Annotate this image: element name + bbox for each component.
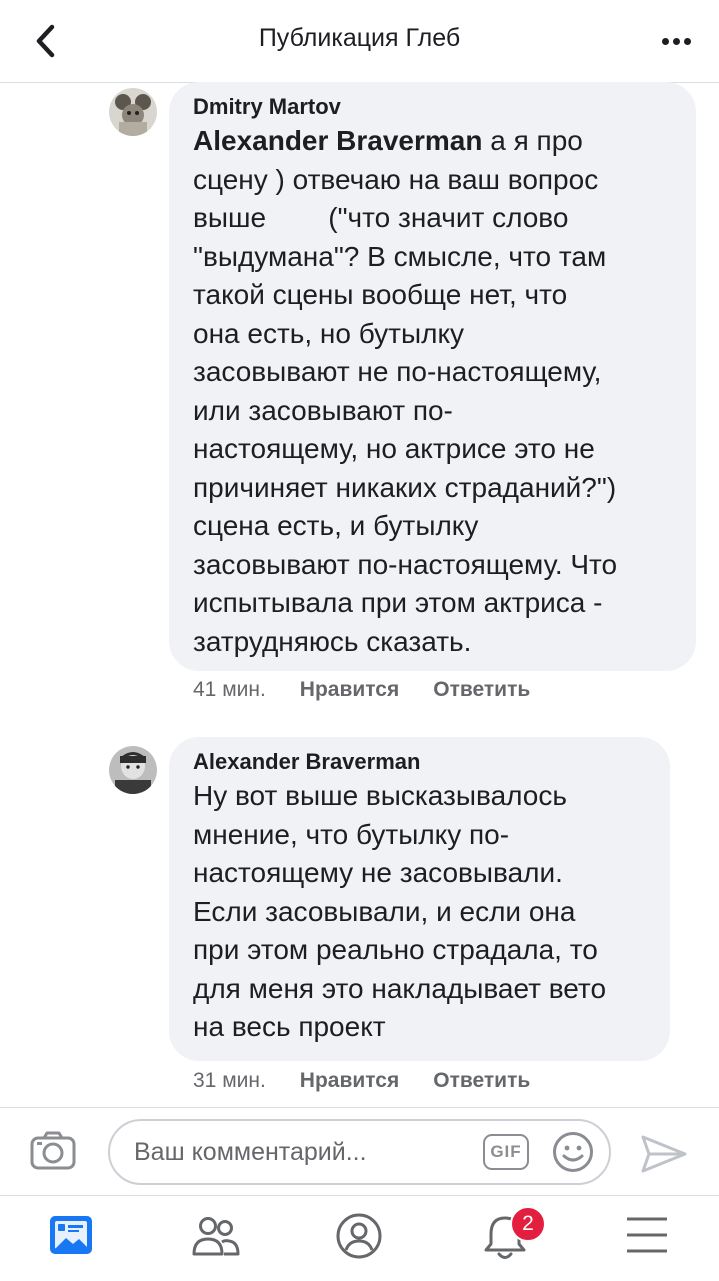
comment-line: засовывают не по-настоящему, [193, 356, 602, 387]
emoji-button[interactable] [552, 1131, 594, 1178]
tab-friends[interactable] [191, 1212, 241, 1262]
reply-button[interactable]: Ответить [433, 678, 530, 702]
bottom-tab-bar: 2 [0, 1195, 719, 1281]
page-title: Публикация Глеб [258, 24, 461, 52]
comment-time[interactable]: 41 мин. [193, 678, 266, 702]
comment-bubble: Alexander Braverman Ну вот выше высказыв… [169, 737, 670, 1061]
comment-line: выше ("что значит слово [193, 202, 569, 233]
comment-placeholder: Ваш комментарий... [134, 1138, 367, 1166]
menu-icon [627, 1217, 667, 1253]
comment-bubble: Dmitry Martov Alexander Braverman а я пр… [169, 82, 696, 671]
comment-author[interactable]: Alexander Braverman [193, 749, 646, 775]
send-button[interactable] [640, 1134, 688, 1179]
comment-line: при этом реально страдала, то [193, 934, 598, 965]
friends-icon [192, 1217, 240, 1256]
comment-line: на весь проект [193, 1011, 386, 1042]
camera-button[interactable] [30, 1130, 76, 1175]
comment-text: Ну вот выше высказывалось мнение, что бу… [193, 777, 646, 1047]
more-options-button[interactable] [653, 18, 699, 64]
comment-line: причиняет никаких страданий?") [193, 471, 617, 503]
comment-input[interactable]: Ваш комментарий... GIF [108, 1119, 611, 1185]
comment-author[interactable]: Dmitry Martov [193, 94, 672, 120]
gif-button[interactable]: GIF [483, 1134, 529, 1170]
comment-line: испытывала при этом актриса - [193, 587, 603, 618]
comment-line: настоящему не засовывали. [193, 857, 563, 888]
mention-link[interactable]: Alexander Braverman [193, 125, 482, 156]
notification-badge: 2 [510, 1206, 546, 1242]
tab-menu[interactable] [624, 1212, 674, 1262]
camera-icon [30, 1131, 76, 1170]
comment-line: или засовывают по- [193, 394, 453, 426]
comment-line: для меня это накладывает вето [193, 972, 607, 1004]
like-button[interactable]: Нравится [300, 678, 399, 702]
comment-line: Alexander Braverman а я про [193, 125, 583, 156]
comment-line: "выдумана"? В смысле, что там [193, 240, 607, 272]
comment-composer: Ваш комментарий... GIF [0, 1107, 719, 1196]
emoji-icon [553, 1132, 593, 1172]
comment-line: засовывают по-настоящему. Что [193, 548, 618, 580]
comment-line: Если засовывали, и если она [193, 895, 576, 927]
comment-line: настоящему, но актрисе это не [193, 433, 595, 464]
send-icon [641, 1135, 687, 1173]
comment-line: сцену ) отвечаю на ваш вопрос [193, 163, 599, 195]
comment-line: такой сцены вообще нет, что [193, 279, 568, 310]
comment-time[interactable]: 31 мин. [193, 1069, 266, 1093]
tab-profile[interactable] [335, 1212, 385, 1262]
comment-line: мнение, что бутылку по- [193, 818, 510, 850]
avatar-dmitry-martov[interactable] [109, 88, 157, 136]
comment-line: сцена есть, и бутылку [193, 510, 479, 541]
reply-button[interactable]: Ответить [433, 1069, 530, 1093]
tab-news-feed[interactable] [48, 1212, 98, 1262]
comment-line: Ну вот выше высказывалось [193, 780, 567, 811]
news-feed-icon [50, 1216, 92, 1254]
comment-line: она есть, но бутылку [193, 317, 465, 349]
like-button[interactable]: Нравится [300, 1069, 399, 1093]
top-bar: Публикация Глеб [0, 0, 719, 83]
profile-icon [336, 1213, 382, 1259]
comment-text: Alexander Braverman а я про сцену ) отве… [193, 122, 672, 661]
comment-meta: 31 мин. Нравится Ответить [193, 1069, 564, 1093]
avatar-alexander-braverman[interactable] [109, 746, 157, 794]
comment-meta: 41 мин. Нравится Ответить [193, 678, 564, 702]
comment-line: затрудняюсь сказать. [193, 625, 472, 657]
more-dots-icon [660, 32, 693, 50]
